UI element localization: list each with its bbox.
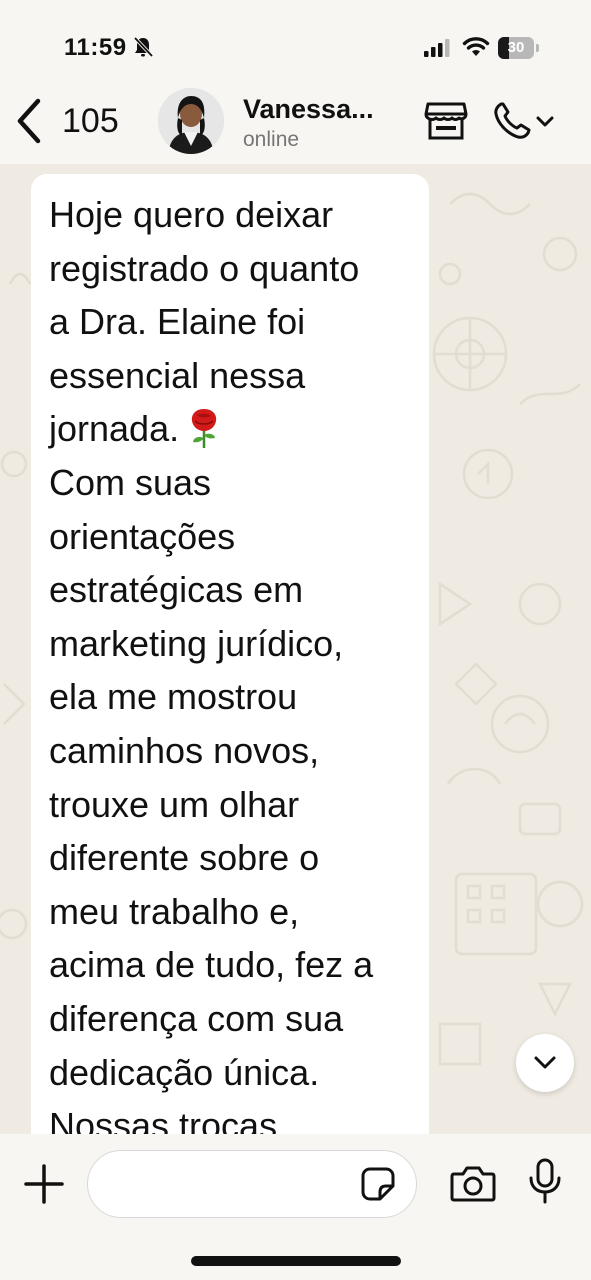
message-text-part-2: Com suas orientações estratégicas em mar… bbox=[49, 461, 374, 1134]
battery-level: 30 bbox=[507, 39, 525, 56]
wifi-icon bbox=[462, 37, 490, 56]
message-text: Hoje quero deixar registrado o quanto a … bbox=[49, 188, 419, 1134]
chevron-down-icon bbox=[536, 116, 554, 127]
message-bubble[interactable]: Hoje quero deixar registrado o quanto a … bbox=[31, 174, 429, 1134]
unread-count: 105 bbox=[62, 101, 119, 140]
signal-icon bbox=[424, 39, 450, 57]
bell-muted-icon bbox=[133, 36, 154, 58]
avatar-photo bbox=[158, 88, 224, 154]
contact-status: online bbox=[243, 128, 300, 151]
avatar[interactable] bbox=[158, 88, 224, 154]
store-icon[interactable] bbox=[424, 100, 468, 142]
clock-time: 11:59 bbox=[64, 34, 127, 61]
chevron-down-icon bbox=[534, 1056, 556, 1069]
battery-icon: 30 bbox=[498, 37, 540, 59]
status-bar: 11:59 30 bbox=[0, 0, 591, 90]
sticker-icon[interactable] bbox=[360, 1166, 396, 1202]
input-bar bbox=[0, 1134, 591, 1280]
home-indicator bbox=[191, 1256, 401, 1266]
camera-icon[interactable] bbox=[450, 1164, 496, 1202]
plus-icon[interactable] bbox=[24, 1164, 64, 1204]
contact-name[interactable]: Vanessa... bbox=[243, 94, 374, 125]
phone-icon[interactable] bbox=[492, 100, 556, 142]
scroll-to-bottom-button[interactable] bbox=[516, 1034, 574, 1092]
chat-area[interactable]: Hoje quero deixar registrado o quanto a … bbox=[0, 164, 591, 1134]
back-button[interactable]: 105 bbox=[14, 96, 134, 146]
chat-header: 105 Vanessa... online bbox=[0, 80, 591, 164]
rose-emoji-icon bbox=[191, 409, 217, 449]
back-chevron-icon bbox=[17, 98, 41, 144]
mic-icon[interactable] bbox=[528, 1158, 562, 1204]
